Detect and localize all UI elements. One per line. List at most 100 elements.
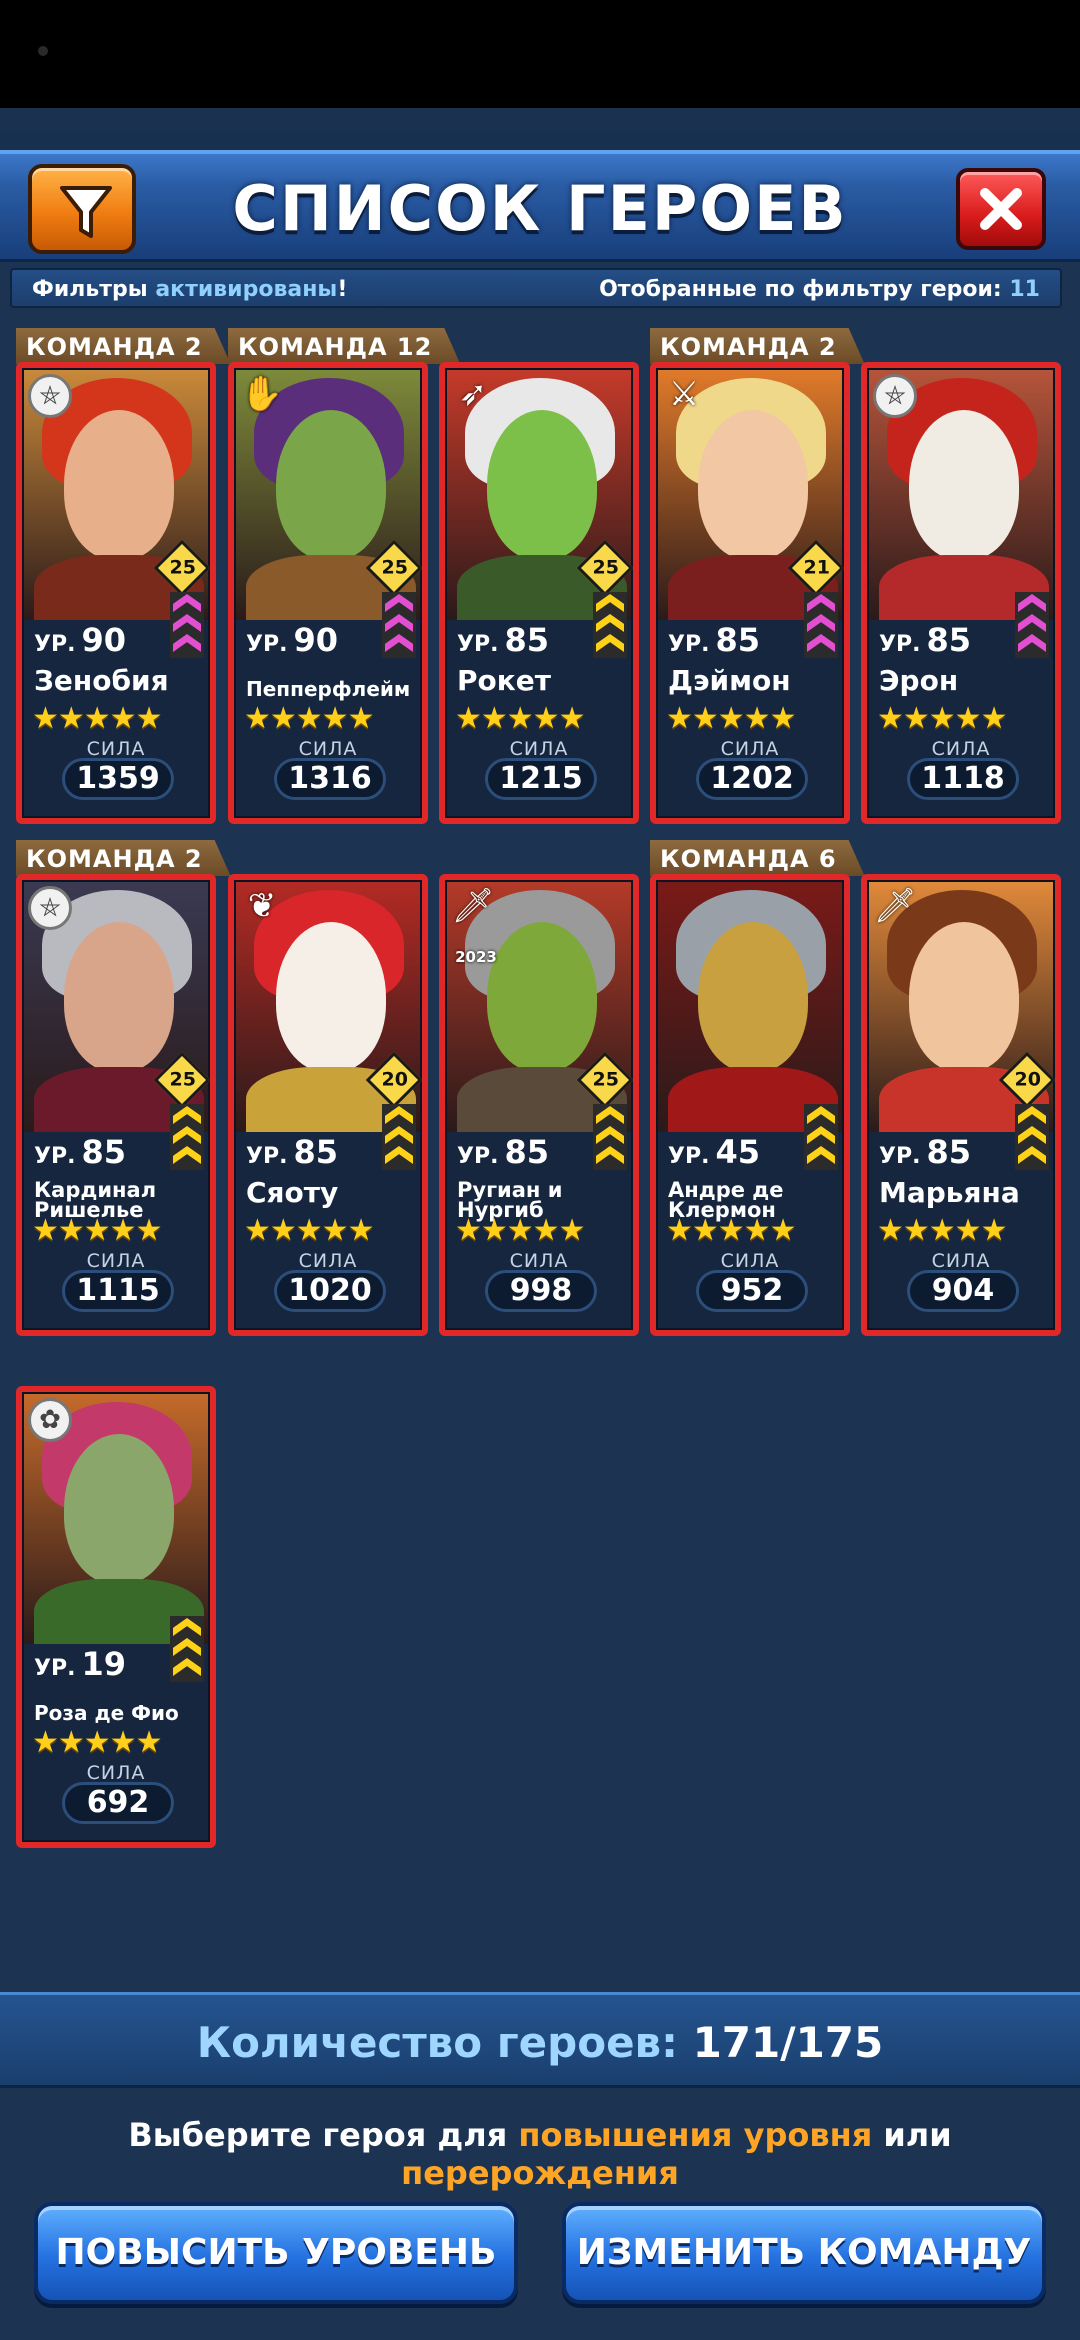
- power-value: 1020: [274, 1270, 386, 1312]
- chevron: [807, 1146, 835, 1164]
- level-prefix: УР.: [668, 1144, 710, 1169]
- portrait-face: [64, 1434, 174, 1584]
- close-icon: [980, 188, 1022, 230]
- header-bar: СПИСОК ГЕРОЕВ: [0, 150, 1080, 262]
- hero-name: Эрон: [879, 664, 959, 697]
- hero-card[interactable]: ⛤ 25 УР. 85 Кардинал Ришелье ★★★★★ СИЛА 1…: [16, 874, 216, 1336]
- rank-chevrons: [170, 1616, 204, 1682]
- hero-card[interactable]: 🗡 25 УР. 85 Ругиан и Нургиб ★★★★★ СИЛА 99…: [439, 874, 639, 1336]
- portrait-face: [276, 922, 386, 1072]
- rank-chevrons: [170, 592, 204, 658]
- team-tag: КОМАНДА 2: [16, 328, 231, 364]
- team-tag: КОМАНДА 6: [650, 840, 865, 876]
- flower-icon: ✿: [28, 1398, 72, 1442]
- level-value: 85: [293, 1133, 338, 1171]
- chevron: [385, 614, 413, 632]
- portrait-face: [487, 922, 597, 1072]
- power-value: 1115: [62, 1270, 174, 1312]
- chevron: [596, 634, 624, 652]
- power-label: СИЛА: [509, 1250, 569, 1272]
- feather-icon: ❦: [247, 886, 277, 926]
- hero-level: УР. 85: [447, 1132, 587, 1172]
- hero-card-inner: ➶ 25 УР. 85 Рокет ★★★★★ СИЛА 1215: [445, 368, 634, 818]
- hero-portrait: [658, 882, 842, 1132]
- close-button[interactable]: [956, 168, 1046, 250]
- power-value: 1215: [485, 758, 597, 800]
- hero-card[interactable]: 🗡 20 УР. 85 Марьяна ★★★★★ СИЛА 904: [861, 874, 1061, 1336]
- hero-card[interactable]: УР. 45 Андре де Клермон ★★★★★ СИЛА 952: [650, 874, 850, 1336]
- rank-chevrons: [804, 592, 838, 658]
- rank-chevrons: [593, 1104, 627, 1170]
- hero-name: Пепперфлейм: [246, 677, 411, 701]
- portrait-face: [276, 410, 386, 560]
- chevron: [1018, 1126, 1046, 1144]
- power-label: СИЛА: [86, 1250, 146, 1272]
- power-label: СИЛА: [931, 738, 991, 760]
- filter-status-activated: активированы: [155, 277, 338, 302]
- camera-dot: [38, 46, 48, 56]
- chevron: [385, 1106, 413, 1124]
- power-label: СИЛА: [931, 1250, 991, 1272]
- chevron: [1018, 634, 1046, 652]
- level-prefix: УР.: [246, 1144, 288, 1169]
- hero-card[interactable]: ➶ 25 УР. 85 Рокет ★★★★★ СИЛА 1215: [439, 362, 639, 824]
- hero-stars: ★★★★★: [877, 1213, 1007, 1248]
- level-prefix: УР.: [34, 1656, 76, 1681]
- hero-level: УР. 85: [658, 620, 798, 660]
- level-prefix: УР.: [879, 1144, 921, 1169]
- chevron: [807, 1126, 835, 1144]
- level-value: 85: [504, 621, 549, 659]
- hero-level: УР. 85: [869, 1132, 1009, 1172]
- chevron: [385, 634, 413, 652]
- hint-part-3: или: [872, 2116, 952, 2154]
- chevron: [173, 1638, 201, 1656]
- power-label: СИЛА: [509, 738, 569, 760]
- hero-level: УР. 85: [236, 1132, 376, 1172]
- hero-card[interactable]: ❦ 20 УР. 85 Сяоту ★★★★★ СИЛА 1020: [228, 874, 428, 1336]
- chevron: [173, 614, 201, 632]
- chevron: [807, 634, 835, 652]
- level-prefix: УР.: [34, 1144, 76, 1169]
- level-value: 90: [293, 621, 338, 659]
- hint-text: Выберите героя для повышения уровня или …: [0, 2116, 1080, 2192]
- hand-icon: ✋: [240, 374, 284, 414]
- power-label: СИЛА: [720, 1250, 780, 1272]
- rank-chevrons: [804, 1104, 838, 1170]
- hero-card[interactable]: ⛤ 25 УР. 90 Зенобия ★★★★★ СИЛА 1359: [16, 362, 216, 824]
- hero-stars: ★★★★★: [244, 701, 374, 736]
- chevron: [385, 1126, 413, 1144]
- limit-value: 20: [381, 1068, 408, 1091]
- chevron: [173, 1658, 201, 1676]
- hero-card[interactable]: ⛤ УР. 85 Эрон ★★★★★ СИЛА 1118: [861, 362, 1061, 824]
- hero-stars: ★★★★★: [244, 1213, 374, 1248]
- limit-value: 25: [169, 1068, 196, 1091]
- limit-value: 25: [381, 556, 408, 579]
- hero-name: Сяоту: [246, 1176, 339, 1209]
- level-up-button[interactable]: ПОВЫСИТЬ УРОВЕНЬ: [34, 2202, 518, 2304]
- level-value: 85: [504, 1133, 549, 1171]
- filtered-count-value: 11: [1009, 277, 1040, 302]
- hero-stars: ★★★★★: [666, 1213, 796, 1248]
- hero-card-inner: 🗡 20 УР. 85 Марьяна ★★★★★ СИЛА 904: [867, 880, 1056, 1330]
- hero-card-inner: ⛤ 25 УР. 85 Кардинал Ришелье ★★★★★ СИЛА 1…: [22, 880, 211, 1330]
- chevron: [173, 594, 201, 612]
- sword-icon: 🗡: [873, 886, 917, 926]
- chevron: [1018, 1146, 1046, 1164]
- filter-status-prefix: Фильтры: [32, 277, 156, 302]
- hero-name: Марьяна: [879, 1176, 1020, 1209]
- level-value: 85: [926, 1133, 971, 1171]
- hero-card[interactable]: ⚔ 21 УР. 85 Дэймон ★★★★★ СИЛА 1202: [650, 362, 850, 824]
- portrait-face: [909, 410, 1019, 560]
- level-prefix: УР.: [457, 1144, 499, 1169]
- chevron: [173, 1146, 201, 1164]
- power-label: СИЛА: [298, 738, 358, 760]
- level-prefix: УР.: [34, 632, 76, 657]
- level-prefix: УР.: [668, 632, 710, 657]
- power-label: СИЛА: [86, 738, 146, 760]
- chevron: [1018, 1106, 1046, 1124]
- change-team-button[interactable]: ИЗМЕНИТЬ КОМАНДУ: [562, 2202, 1046, 2304]
- hero-card[interactable]: ✋ 25 УР. 90 Пепперфлейм ★★★★★ СИЛА 1316: [228, 362, 428, 824]
- power-value: 904: [907, 1270, 1019, 1312]
- hero-name: Зенобия: [34, 664, 169, 697]
- hero-card[interactable]: ✿ УР. 19 Роза де Фио ★★★★★ СИЛА 692: [16, 1386, 216, 1848]
